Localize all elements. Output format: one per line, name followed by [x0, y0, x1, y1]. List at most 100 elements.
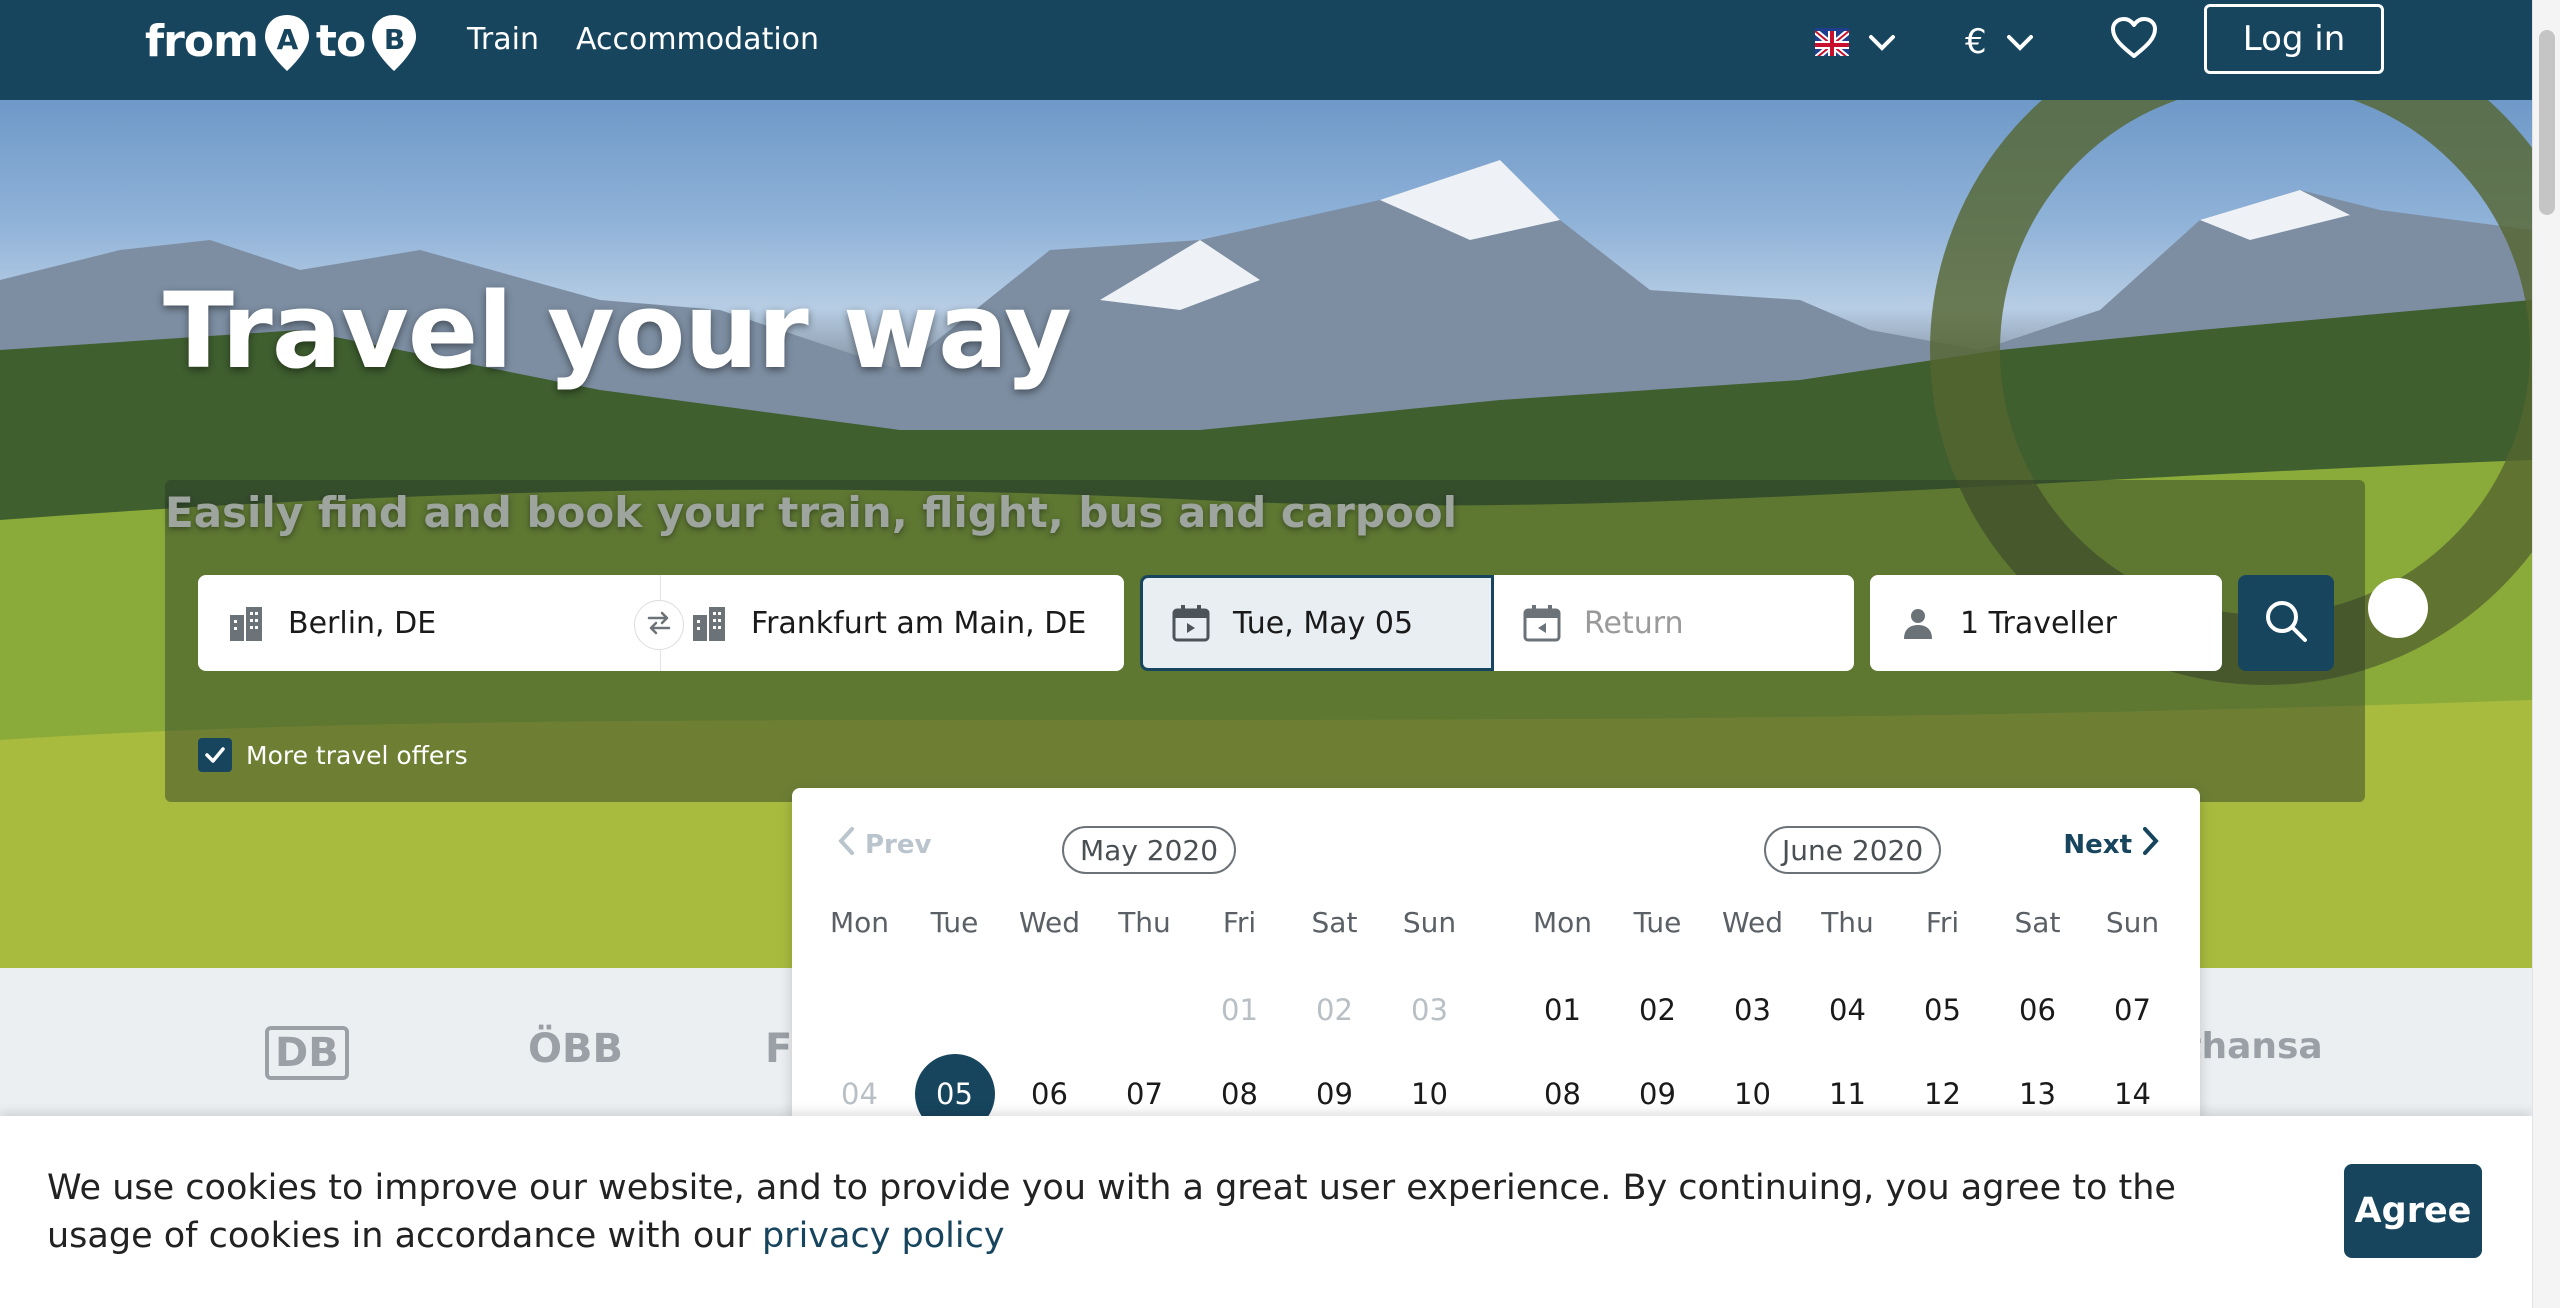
calendar-day[interactable]: 07 — [1097, 1052, 1192, 1118]
calendar-day-selected[interactable]: 05 — [907, 1052, 1002, 1118]
calendar-day: 02 — [1287, 968, 1382, 1052]
privacy-policy-link[interactable]: privacy policy — [762, 1216, 1005, 1256]
calendar-day-number: 02 — [1316, 993, 1353, 1027]
uk-flag-icon — [1815, 28, 1849, 56]
logo-to: to — [315, 15, 366, 67]
calendar-day-number: 14 — [2114, 1077, 2151, 1111]
obb-logo: ÖBB — [528, 1026, 623, 1072]
calendar-day-number: 07 — [2114, 993, 2151, 1027]
calendar-day[interactable]: 06 — [1002, 1052, 1097, 1118]
calendar-day-number: 01 — [1221, 993, 1258, 1027]
calendar-day[interactable]: 08 — [1515, 1052, 1610, 1118]
calendar-day: 03 — [1382, 968, 1477, 1052]
calendar-day-number: 05 — [914, 1054, 995, 1118]
calendar-day-number: 09 — [1316, 1077, 1353, 1111]
weekday-header: Sun — [1402, 906, 1457, 939]
calendar-icon — [1522, 603, 1562, 643]
search-button[interactable] — [2238, 575, 2334, 671]
logo-b-pin-icon: B — [369, 13, 419, 71]
weekday-header: Wed — [1018, 906, 1081, 939]
weekday-header: Thu — [1118, 906, 1171, 939]
calendar-day-number: 03 — [1734, 993, 1771, 1027]
agree-button[interactable]: Agree — [2344, 1164, 2482, 1258]
login-button[interactable]: Log in — [2204, 4, 2384, 74]
calendar-prev-label: Prev — [865, 829, 932, 860]
calendar-day[interactable]: 13 — [1990, 1052, 2085, 1118]
calendar-day[interactable]: 09 — [1610, 1052, 1705, 1118]
calendar-day[interactable]: 09 — [1287, 1052, 1382, 1118]
db-logo: DB — [265, 1026, 349, 1080]
page-scrollbar[interactable] — [2532, 0, 2560, 1308]
departure-date-field[interactable]: Tue, May 05 — [1140, 575, 1494, 671]
calendar-day[interactable]: 10 — [1382, 1052, 1477, 1118]
favorites-button[interactable] — [2110, 14, 2158, 70]
language-selector[interactable] — [1815, 14, 1897, 70]
fromatob-logo[interactable]: from A to B — [145, 6, 423, 76]
weekday-header: Tue — [930, 906, 979, 939]
weekday-header: Sat — [1311, 906, 1358, 939]
destination-field[interactable]: Frankfurt am Main, DE — [660, 575, 1124, 671]
calendar-next-label: Next — [2063, 829, 2132, 860]
more-travel-offers-label: More travel offers — [246, 740, 468, 770]
nav-train-link[interactable]: Train — [467, 22, 539, 57]
calendar-next-button[interactable]: Next — [2063, 826, 2160, 863]
calendar-day-number: 12 — [1924, 1077, 1961, 1111]
weekday-header: Thu — [1821, 906, 1874, 939]
weekday-header: Wed — [1721, 906, 1784, 939]
calendar-day-number: 04 — [1829, 993, 1866, 1027]
weekday-header: Mon — [829, 906, 890, 939]
more-travel-offers-toggle[interactable]: More travel offers — [198, 738, 468, 772]
calendar-day[interactable]: 14 — [2085, 1052, 2180, 1118]
calendar-day-number: 02 — [1639, 993, 1676, 1027]
calendar-day-number: 11 — [1829, 1077, 1866, 1111]
swap-stations-button[interactable] — [634, 600, 684, 650]
page: { "header": { "logo": {"from": "from", "… — [0, 0, 2560, 1308]
calendar-day[interactable]: 02 — [1610, 968, 1705, 1052]
cookie-message: We use cookies to improve our website, a… — [47, 1164, 2197, 1260]
travellers-value: 1 Traveller — [1960, 605, 2117, 641]
weekday-header: Fri — [1925, 906, 1960, 939]
calendar-day[interactable]: 10 — [1705, 1052, 1800, 1118]
calendar-day[interactable]: 06 — [1990, 968, 2085, 1052]
chevron-down-icon — [2005, 22, 2035, 62]
checkbox-checked-icon[interactable] — [198, 738, 232, 772]
calendar-day[interactable]: 11 — [1800, 1052, 1895, 1118]
nav-accommodation-link[interactable]: Accommodation — [576, 22, 819, 57]
calendar-day-number: 05 — [1924, 993, 1961, 1027]
weekday-header: Tue — [1633, 906, 1682, 939]
return-placeholder: Return — [1584, 605, 1684, 641]
weekday-header: Sun — [2105, 906, 2160, 939]
heart-icon — [2110, 16, 2158, 69]
swap-arrows-icon — [645, 609, 673, 641]
calendar-day-number: 07 — [1126, 1077, 1163, 1111]
chevron-down-icon — [1867, 22, 1897, 62]
chevron-right-icon — [2142, 826, 2160, 863]
calendar-day[interactable]: 12 — [1895, 1052, 1990, 1118]
cookie-banner: We use cookies to improve our website, a… — [0, 1116, 2532, 1308]
calendar-day: 04 — [812, 1052, 907, 1118]
currency-selector[interactable]: € — [1965, 14, 2035, 70]
logo-a-pin-icon: A — [262, 13, 312, 71]
logo-from: from — [145, 15, 259, 67]
calendar-day-number: 03 — [1411, 993, 1448, 1027]
calendar-day[interactable]: 01 — [1515, 968, 1610, 1052]
calendar-day: 01 — [1192, 968, 1287, 1052]
travellers-field[interactable]: 1 Traveller — [1870, 575, 2222, 671]
return-date-field[interactable]: Return — [1494, 575, 1854, 671]
scrollbar-thumb[interactable] — [2539, 30, 2555, 215]
calendar-day-number: 04 — [841, 1077, 878, 1111]
calendar-day[interactable]: 08 — [1192, 1052, 1287, 1118]
calendar-icon — [1171, 603, 1211, 643]
calendar-day[interactable]: 04 — [1800, 968, 1895, 1052]
calendar-day[interactable]: 05 — [1895, 968, 1990, 1052]
calendar-day-number: 10 — [1734, 1077, 1771, 1111]
calendar-day[interactable]: 03 — [1705, 968, 1800, 1052]
calendar-prev-button[interactable]: Prev — [837, 826, 931, 863]
cookie-message-text: We use cookies to improve our website, a… — [47, 1168, 2176, 1256]
top-navigation-bar: from A to B Train Accommodation € Log in — [0, 0, 2532, 100]
calendar-day-number: 09 — [1639, 1077, 1676, 1111]
calendar-day[interactable]: 07 — [2085, 968, 2180, 1052]
calendar-day-number: 01 — [1544, 993, 1581, 1027]
origin-field[interactable]: Berlin, DE — [198, 575, 660, 671]
calendar-day-number: 10 — [1411, 1077, 1448, 1111]
